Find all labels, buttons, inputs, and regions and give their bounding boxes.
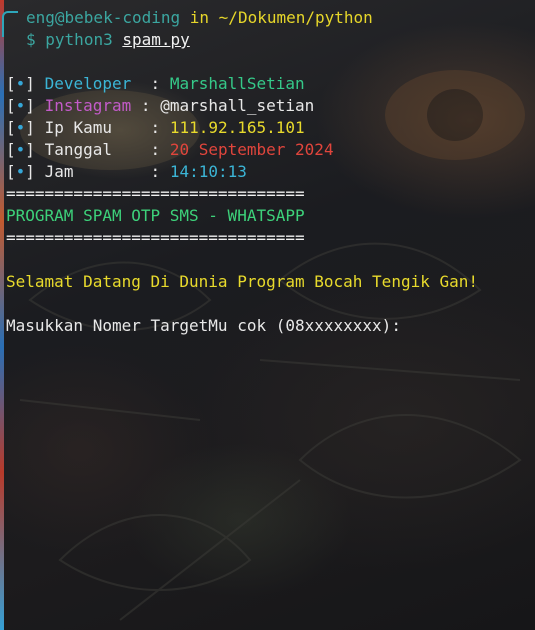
bullet-icon: • (15, 74, 26, 93)
info-label: Jam (44, 162, 74, 181)
info-value: 111.92.165.101 (169, 118, 305, 137)
terminal-window[interactable]: eng@bebek-coding in ~/Dokumen/python $ p… (0, 0, 535, 630)
info-label: Ip Kamu (44, 118, 112, 137)
left-edge-accent (0, 0, 4, 630)
info-label: Developer (44, 74, 132, 93)
info-colon: : (150, 74, 161, 93)
bracket-close: ] (25, 118, 35, 137)
bracket-open: [ (6, 140, 16, 159)
bullet-icon: • (15, 140, 26, 159)
info-value: 20 September 2024 (169, 140, 334, 159)
bracket-close: ] (25, 96, 35, 115)
command-line: $ python3 spam.py (6, 29, 535, 51)
welcome-message: Selamat Datang Di Dunia Program Bocah Te… (6, 272, 479, 291)
info-value: MarshallSetian (169, 74, 305, 93)
info-ip: [•] Ip Kamu : 111.92.165.101 (6, 117, 535, 139)
separator-top: =============================== (6, 184, 305, 203)
info-colon: : (150, 118, 161, 137)
info-label: Tanggal (44, 140, 112, 159)
program-title: PROGRAM SPAM OTP SMS - WHATSAPP (6, 206, 305, 225)
bracket-open: [ (6, 118, 16, 137)
input-prompt[interactable]: Masukkan Nomer TargetMu cok (08xxxxxxxx)… (6, 315, 535, 337)
command-name: python3 (45, 30, 113, 49)
prompt-symbol: $ (26, 30, 36, 49)
info-colon: : (150, 162, 161, 181)
info-colon: : (140, 96, 151, 115)
info-value: @marshall_setian (160, 96, 315, 115)
info-value: 14:10:13 (169, 162, 247, 181)
bracket-close: ] (25, 74, 35, 93)
bracket-close: ] (25, 140, 35, 159)
bracket-open: [ (6, 74, 16, 93)
bracket-open: [ (6, 162, 16, 181)
prompt-line: eng@bebek-coding in ~/Dokumen/python (6, 7, 535, 29)
bullet-icon: • (15, 118, 26, 137)
info-colon: : (150, 140, 161, 159)
prompt-user-host: eng@bebek-coding (26, 8, 181, 27)
bullet-icon: • (15, 96, 26, 115)
info-label: Instagram (44, 96, 132, 115)
info-instagram: [•] Instagram : @marshall_setian (6, 95, 535, 117)
command-file: spam.py (122, 30, 190, 49)
info-developer: [•] Developer : MarshallSetian (6, 73, 535, 95)
bullet-icon: • (15, 162, 26, 181)
prompt-in-word: in (189, 8, 210, 27)
bracket-close: ] (25, 162, 35, 181)
bracket-open: [ (6, 96, 16, 115)
info-date: [•] Tanggal : 20 September 2024 (6, 139, 535, 161)
separator-bottom: =============================== (6, 228, 305, 247)
terminal-output: eng@bebek-coding in ~/Dokumen/python $ p… (6, 7, 535, 337)
info-time: [•] Jam : 14:10:13 (6, 161, 535, 183)
prompt-path: ~/Dokumen/python (218, 8, 373, 27)
input-prompt-label: Masukkan Nomer TargetMu cok (08xxxxxxxx)… (6, 316, 401, 335)
